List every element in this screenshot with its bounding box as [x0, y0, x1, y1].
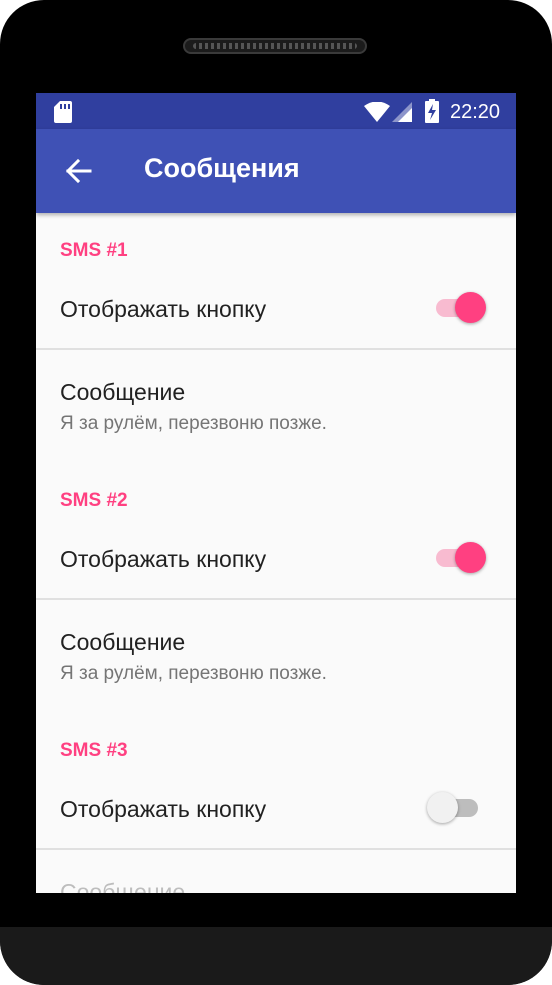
- toggle-label: Отображать кнопку: [60, 296, 267, 322]
- message-label-disabled: Сообщение: [60, 879, 186, 893]
- message-label: Сообщение: [60, 629, 186, 655]
- divider: [36, 348, 516, 350]
- show-button-switch-sms-3[interactable]: [427, 791, 490, 825]
- toggle-label: Отображать кнопку: [60, 796, 267, 822]
- status-time: 22:20: [450, 101, 501, 123]
- page-title: Сообщения: [144, 153, 300, 183]
- message-label: Сообщение: [60, 379, 186, 405]
- phone-chin: [0, 927, 552, 985]
- show-button-switch-sms-2[interactable]: [436, 541, 492, 575]
- divider: [36, 848, 516, 850]
- section-header-sms-2: SMS #2: [60, 490, 128, 511]
- battery-charging-icon: [425, 99, 439, 123]
- arrow-back-icon[interactable]: [64, 157, 92, 185]
- section-header-sms-3: SMS #3: [60, 740, 128, 761]
- show-button-switch-sms-1[interactable]: [436, 291, 492, 325]
- toggle-label: Отображать кнопку: [60, 546, 267, 572]
- phone-frame: 22:20 Сообщения SMS #1 Отображать кнопку…: [0, 0, 552, 985]
- speaker-grill: [183, 38, 367, 54]
- divider: [36, 598, 516, 600]
- message-value: Я за рулём, перезвоню позже.: [60, 663, 327, 684]
- message-value: Я за рулём, перезвоню позже.: [60, 413, 327, 434]
- app-bar: Сообщения: [36, 129, 516, 213]
- signal-icon: [392, 102, 412, 122]
- sd-card-icon: [54, 101, 72, 123]
- screen: 22:20 Сообщения SMS #1 Отображать кнопку…: [36, 93, 516, 893]
- section-header-sms-1: SMS #1: [60, 240, 128, 261]
- wifi-icon: [364, 102, 390, 122]
- status-bar: 22:20: [36, 93, 516, 129]
